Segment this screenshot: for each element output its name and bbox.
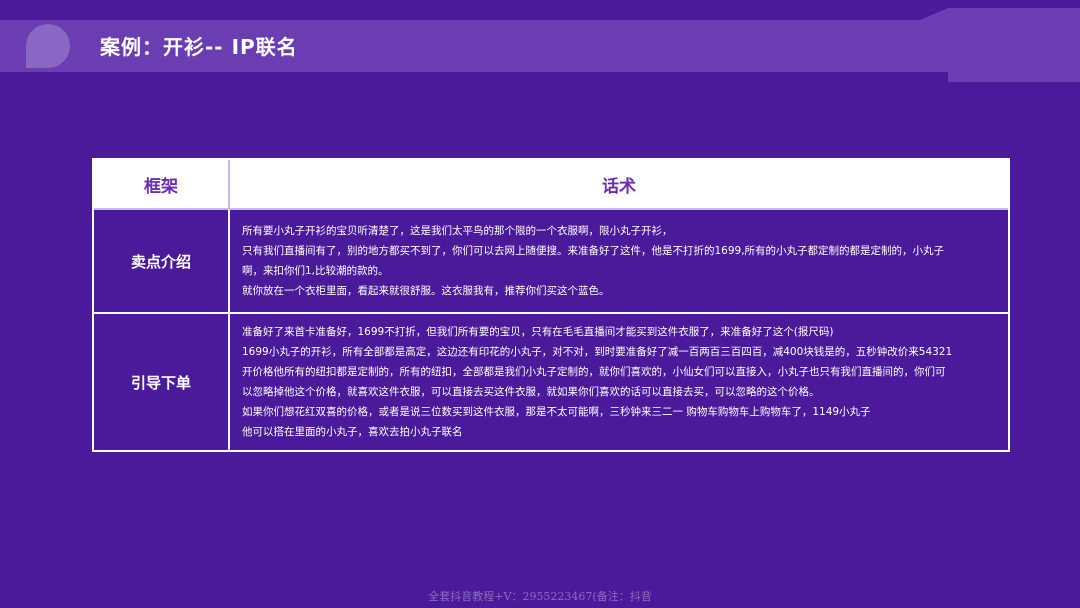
order-guidance-line: 以忽略掉他这个价格，就喜欢这件衣服，可以直接去买这件衣服，就如果你们喜欢的话可以…	[242, 386, 820, 398]
table-header-framework: 框架	[94, 160, 230, 210]
selling-points-line: 只有我们直播间有了，别的地方都买不到了，你们可以去网上随便搜。来准备好了这件，他…	[242, 245, 945, 257]
row-content-order-guidance: 准备好了来首卡准备好，1699不打折，但我们所有要的宝贝，只有在毛毛直播间才能买…	[230, 314, 1008, 450]
header-arrow-decoration	[920, 8, 948, 20]
selling-points-line: 就你放在一个衣柜里面，看起来就很舒服。这衣服我有，推荐你们买这个蓝色。	[242, 285, 610, 297]
header-band-right	[948, 8, 1080, 82]
row-label-order-guidance: 引导下单	[94, 314, 230, 450]
footer-note: 全套抖音教程+V：2955223467(备注：抖音	[428, 590, 652, 603]
selling-points-line: 所有要小丸子开衫的宝贝听清楚了，这是我们太平鸟的那个限的一个衣服啊，限小丸子开衫…	[242, 225, 673, 237]
order-guidance-line: 开价格他所有的纽扣都是定制的，所有的纽扣，全部都是我们小丸子定制的，就你们喜欢的…	[242, 366, 946, 378]
order-guidance-line: 他可以搭在里面的小丸子，喜欢去拍小丸子联名	[242, 426, 463, 438]
order-guidance-line: 如果你们想花红双喜的价格，或者是说三位数买到这件衣服，那是不太可能啊，三秒钟来三…	[242, 406, 871, 418]
order-guidance-line: 1699小丸子的开衫，所有全部都是高定，这边还有印花的小丸子，对不对，到时要准备…	[242, 346, 953, 358]
header-accent-shape	[26, 24, 70, 68]
table-header-script: 话术	[230, 160, 1008, 210]
page-title: 案例：开衫-- IP联名	[100, 35, 298, 59]
order-guidance-line: 准备好了来首卡准备好，1699不打折，但我们所有要的宝贝，只有在毛毛直播间才能买…	[242, 326, 834, 338]
selling-points-line: 啊，来扣你们1,比较潮的款的。	[242, 265, 389, 277]
row-content-selling-points: 所有要小丸子开衫的宝贝听清楚了，这是我们太平鸟的那个限的一个衣服啊，限小丸子开衫…	[230, 210, 1008, 314]
row-label-selling-points: 卖点介绍	[94, 210, 230, 314]
script-table: 框架 话术 卖点介绍 所有要小丸子开衫的宝贝听清楚了，这是我们太平鸟的那个限的一…	[92, 158, 1010, 452]
